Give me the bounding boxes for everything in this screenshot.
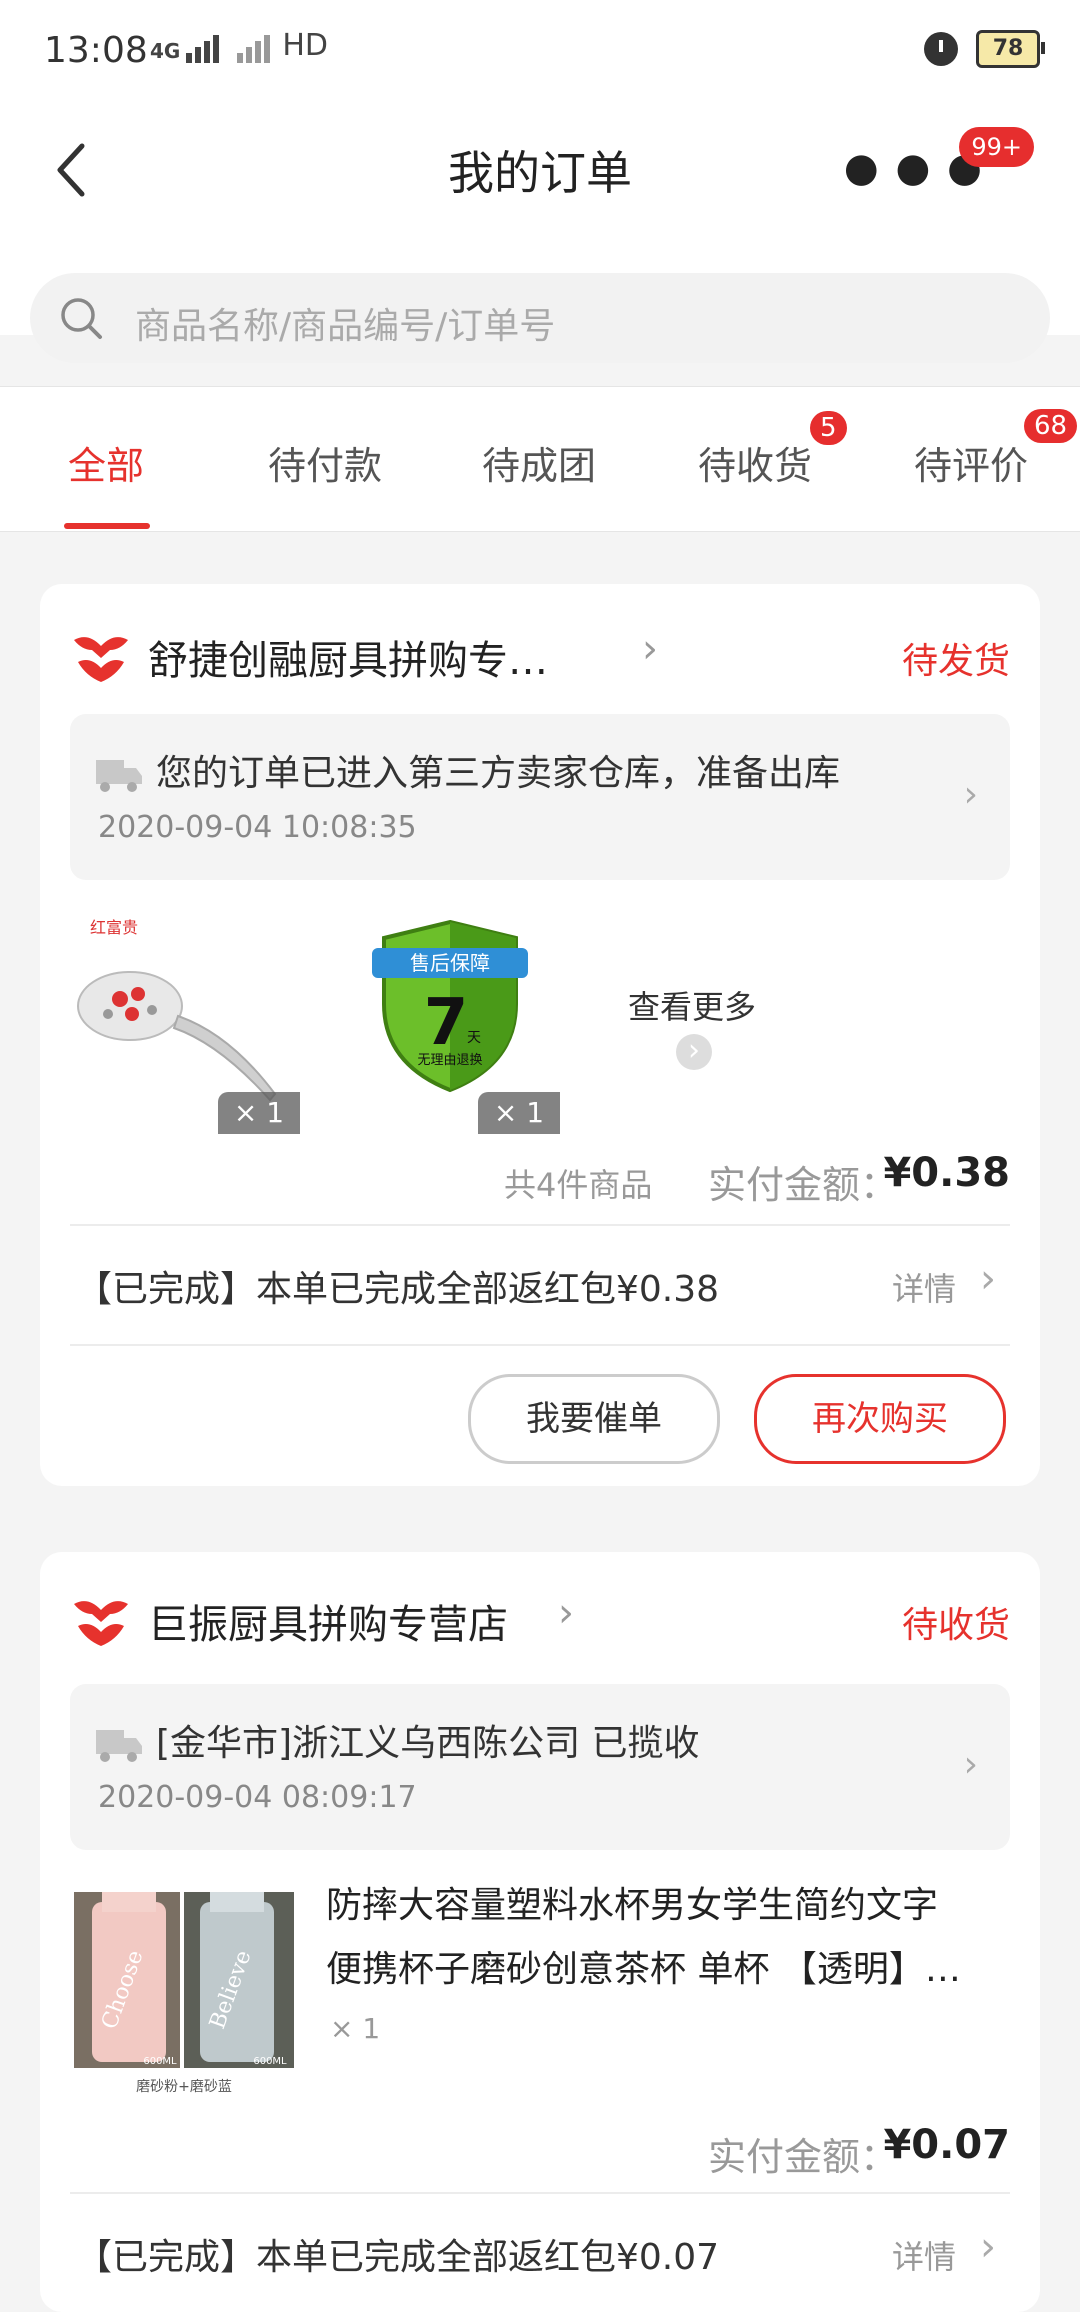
bottle-size: 600ML — [143, 2056, 177, 2067]
divider — [70, 2192, 1010, 2194]
alarm-icon — [924, 32, 958, 66]
rebate-text: 【已完成】本单已完成全部返红包¥0.38 — [76, 1269, 720, 1310]
chevron-right-icon: › — [963, 1744, 978, 1785]
search-bar[interactable]: 商品名称/商品编号/订单号 — [30, 273, 1050, 363]
tracking-time: 2020-09-04 10:08:35 — [98, 810, 417, 845]
quantity-tag: × 1 — [478, 1092, 560, 1134]
shield-sub: 无理由退换 — [417, 1053, 482, 1068]
brand-logo: 红富贵 — [90, 918, 139, 937]
shield-unit: 天 — [467, 1030, 481, 1046]
order-card: 巨振厨具拼购专营店 › 待收货 [金华市]浙江义乌西陈公司 已揽收 2020-0… — [40, 1552, 1040, 2312]
product-title[interactable]: 便携杯子磨砂创意茶杯 单杯 【透明】… — [326, 1940, 961, 1992]
order-status: 待发货 — [901, 641, 1010, 682]
tracking-box[interactable]: [金华市]浙江义乌西陈公司 已揽收 2020-09-04 08:09:17 › — [70, 1684, 1010, 1850]
paid-amount: ¥0.07 — [883, 2122, 1010, 2168]
order-tabs: 全部 待付款 待成团 待收货 5 待评价 68 — [0, 386, 1080, 532]
bottle-size: 600ML — [253, 2056, 287, 2067]
shield-title: 售后保障 — [410, 951, 490, 975]
urge-order-button[interactable]: 我要催单 — [468, 1374, 720, 1464]
product-title[interactable]: 防摔大容量塑料水杯男女学生简约文字 — [326, 1876, 938, 1928]
battery-icon: 78 — [976, 30, 1045, 68]
tab-all[interactable]: 全部 — [68, 435, 144, 490]
order-status: 待收货 — [901, 1605, 1010, 1646]
truck-icon — [96, 760, 142, 792]
chevron-right-icon[interactable]: › — [642, 626, 658, 672]
shop-name[interactable]: 巨振厨具拼购专营店 — [148, 1592, 508, 1650]
rebate-text: 【已完成】本单已完成全部返红包¥0.07 — [76, 2237, 720, 2278]
shop-name[interactable]: 舒捷创融厨具拼购专… — [148, 628, 548, 686]
image-caption: 磨砂粉+磨砂蓝 — [136, 2079, 232, 2095]
chevron-right-icon: › — [963, 774, 978, 815]
tab-pending-payment[interactable]: 待付款 — [268, 435, 382, 490]
quantity-tag: × 1 — [218, 1092, 300, 1134]
signal-icon-2 — [237, 33, 271, 63]
chevron-right-icon[interactable]: › — [980, 1256, 996, 1302]
paid-amount: ¥0.38 — [883, 1150, 1010, 1196]
network-type: 4G — [150, 39, 181, 63]
clock: 13:08 — [44, 30, 148, 71]
signal-icon — [186, 33, 220, 63]
product-image-spoon[interactable]: 红富贵 × 1 — [70, 914, 300, 1134]
tab-active-indicator — [64, 523, 150, 529]
tab-pending-receipt[interactable]: 待收货 — [698, 435, 812, 490]
tracking-box[interactable]: 您的订单已进入第三方卖家仓库，准备出库 2020-09-04 10:08:35 … — [70, 714, 1010, 880]
paid-label: 实付金额： — [708, 2135, 899, 2179]
item-count: 共4件商品 — [504, 1166, 653, 1204]
tab-badge: 68 — [1024, 409, 1078, 443]
chevron-right-icon[interactable]: › — [558, 1590, 574, 1636]
search-icon — [61, 298, 102, 339]
order-card: 舒捷创融厨具拼购专… › 待发货 您的订单已进入第三方卖家仓库，准备出库 202… — [40, 584, 1040, 1486]
see-more-arrow-icon[interactable]: › — [676, 1034, 712, 1070]
see-more-link[interactable]: 查看更多 — [628, 982, 756, 1028]
shop-logo-icon — [74, 1601, 128, 1646]
shield-days: 7 — [424, 986, 469, 1060]
truck-icon — [96, 1730, 142, 1762]
divider — [70, 1344, 1010, 1346]
quantity-text: × 1 — [330, 2012, 381, 2045]
product-image-bottles[interactable]: Choose Believe 600ML 600ML 磨砂粉+磨砂蓝 — [74, 1892, 294, 2095]
tracking-text: 您的订单已进入第三方卖家仓库，准备出库 — [156, 753, 841, 794]
tab-pending-group[interactable]: 待成团 — [482, 435, 596, 490]
chevron-right-icon[interactable]: › — [980, 2224, 996, 2270]
tab-badge: 5 — [810, 411, 847, 445]
shop-logo-icon — [74, 637, 128, 682]
tab-pending-review[interactable]: 待评价 — [914, 435, 1028, 490]
app-header: 我的订单 ● ● ● 99+ 商品名称/商品编号/订单号 — [0, 105, 1080, 363]
paid-label: 实付金额： — [708, 1163, 899, 1207]
details-link[interactable]: 详情 — [892, 1264, 956, 1310]
tracking-time: 2020-09-04 08:09:17 — [98, 1780, 417, 1815]
bottles-image: Choose Believe 600ML 600ML — [74, 1892, 294, 2068]
status-bar: 13:08 4G HD 78 — [0, 0, 1080, 105]
rebuy-button[interactable]: 再次购买 — [754, 1374, 1006, 1464]
network-indicator: 4G HD — [150, 28, 328, 63]
more-badge: 99+ — [959, 127, 1034, 167]
divider — [70, 1224, 1010, 1226]
search-input[interactable]: 商品名称/商品编号/订单号 — [135, 297, 555, 349]
product-image-shield[interactable]: 售后保障 7 天 无理由退换 × 1 — [330, 914, 560, 1134]
shield-icon: 售后保障 7 天 无理由退换 — [372, 919, 528, 1093]
hd-indicator: HD — [282, 28, 329, 63]
tracking-text: [金华市]浙江义乌西陈公司 已揽收 — [156, 1723, 700, 1764]
details-link[interactable]: 详情 — [892, 2232, 956, 2278]
